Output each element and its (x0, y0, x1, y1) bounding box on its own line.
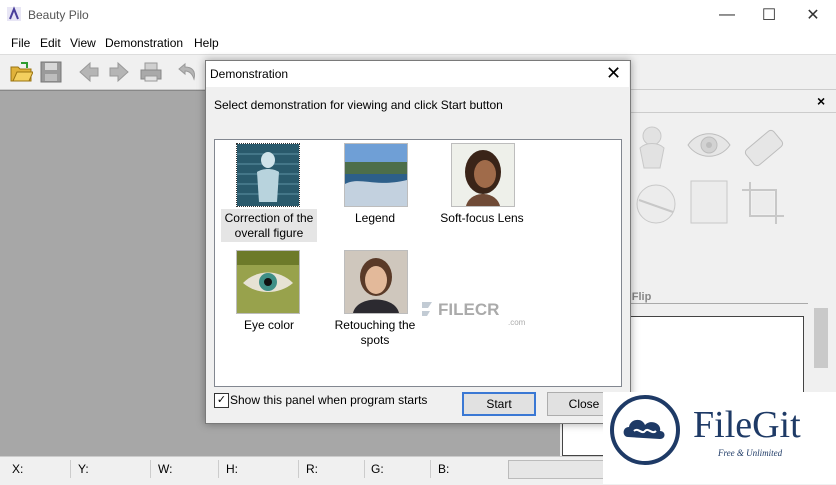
filegit-tagline: Free & Unlimited (718, 448, 783, 458)
dialog-instruction: Select demonstration for viewing and cli… (214, 98, 503, 112)
print-icon[interactable] (138, 59, 164, 85)
back-arrow-icon[interactable] (76, 59, 102, 85)
status-r: R: (306, 462, 318, 476)
app-logo-icon (7, 6, 21, 21)
status-separator (430, 460, 431, 478)
eraser-tool-icon[interactable] (740, 124, 788, 172)
minimize-button[interactable]: — (704, 0, 750, 30)
section-divider (622, 303, 808, 304)
label-line-2: overall figure (234, 226, 304, 240)
status-x: X: (12, 462, 24, 476)
filecr-watermark-suffix: .com (508, 318, 526, 327)
demo-item-label[interactable]: Soft-focus Lens (432, 211, 532, 226)
demo-item-label[interactable]: Eye color (219, 318, 319, 333)
filecr-logo-icon (422, 302, 432, 316)
open-folder-icon[interactable] (8, 59, 34, 85)
status-separator (70, 460, 71, 478)
status-separator (150, 460, 151, 478)
demo-item-label[interactable]: Retouching the spots (325, 318, 425, 348)
label-line-1: Eye color (243, 318, 295, 332)
window-title: Beauty Pilo (28, 8, 89, 22)
save-icon[interactable] (38, 59, 64, 85)
show-panel-checkbox-label[interactable]: Show this panel when program starts (230, 393, 427, 407)
status-b: B: (438, 462, 450, 476)
demo-item-thumbnail[interactable] (236, 143, 300, 207)
filegit-logo-icon (610, 395, 680, 465)
status-h: H: (226, 462, 238, 476)
label-line-1: Legend (354, 211, 396, 225)
demo-item-thumbnail[interactable] (344, 250, 408, 314)
forward-arrow-icon[interactable] (106, 59, 132, 85)
menu-edit[interactable]: Edit (40, 36, 61, 50)
status-progress-box (508, 460, 610, 479)
show-panel-checkbox[interactable]: ✓ (214, 393, 229, 408)
filegit-watermark: FileGit (693, 404, 801, 446)
menu-file[interactable]: File (11, 36, 30, 50)
filecr-watermark: FILECR (438, 300, 500, 319)
dialog-title: Demonstration (210, 67, 289, 81)
label-line-1: Soft-focus Lens (440, 211, 524, 225)
start-button[interactable]: Start (462, 392, 536, 416)
status-g: G: (371, 462, 384, 476)
demo-item-thumbnail[interactable] (344, 143, 408, 207)
label-line-2: spots (360, 333, 390, 347)
maximize-button[interactable]: ☐ (746, 0, 792, 30)
status-y: Y: (78, 462, 89, 476)
demo-item-label[interactable]: Correction of the overall figure (219, 211, 319, 241)
demo-item-thumbnail[interactable] (236, 250, 300, 314)
label-line-1: Retouching the (334, 318, 416, 332)
status-separator (364, 460, 365, 478)
menu-view[interactable]: View (70, 36, 96, 50)
cherub-tool-icon[interactable] (632, 122, 672, 170)
dialog-close-icon[interactable]: ✕ (606, 63, 621, 84)
status-w: W: (158, 462, 173, 476)
demo-item-label[interactable]: Legend (325, 211, 425, 226)
page-tool-icon[interactable] (688, 178, 730, 226)
status-separator (298, 460, 299, 478)
label-line-1: Correction of the (224, 211, 314, 225)
panel-close-button[interactable]: × (817, 93, 825, 109)
close-window-button[interactable]: ✕ (790, 0, 836, 30)
undo-icon[interactable] (174, 59, 200, 85)
menu-demonstration[interactable]: Demonstration (105, 36, 183, 50)
crop-tool-icon[interactable] (740, 180, 786, 226)
scrollbar-thumb[interactable] (814, 308, 828, 368)
status-separator (218, 460, 219, 478)
eye-tool-icon[interactable] (686, 128, 732, 162)
lens-tool-icon[interactable] (634, 182, 678, 226)
demo-item-thumbnail[interactable] (451, 143, 515, 207)
menu-help[interactable]: Help (194, 36, 219, 50)
